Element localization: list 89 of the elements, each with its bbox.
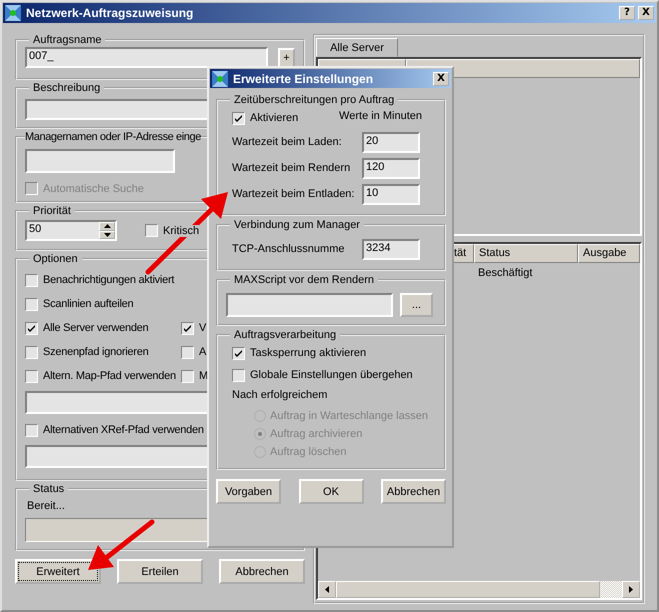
checkbox-label: A (199, 346, 206, 358)
checkbox-label: Aktivieren (250, 112, 298, 124)
checkbox-label: Alle Server verwenden (43, 322, 148, 334)
dialog-button[interactable]: Erteilen (117, 559, 203, 584)
port-field[interactable]: 3234 (362, 238, 420, 260)
spin-up-icon[interactable] (99, 222, 115, 230)
add-button[interactable]: + (278, 48, 295, 68)
checkbox-label: Kritisch (163, 224, 200, 236)
field-label: TCP-Anschlussnumme (232, 243, 344, 255)
scroll-right-icon[interactable] (622, 581, 640, 598)
dialog-button[interactable]: OK (298, 479, 364, 504)
checkbox[interactable] (181, 346, 194, 358)
group-label: MAXScript vor dem Rendern (233, 274, 375, 286)
checkbox[interactable] (25, 424, 38, 436)
dialog-button[interactable]: Erweitert (15, 559, 101, 584)
help-button[interactable]: ? (619, 6, 635, 20)
dialog-button[interactable]: Abbrechen (219, 559, 305, 584)
field-value: 20 (366, 134, 378, 146)
checkbox-label: Benachrichtigungen aktiviert (43, 274, 174, 286)
field-label: Wartezeit beim Rendern (232, 162, 350, 174)
app-icon (5, 5, 21, 21)
field-value: 3234 (366, 242, 390, 254)
dialog-button[interactable]: Vorgaben (216, 479, 281, 504)
checkbox[interactable] (25, 274, 38, 286)
column-header[interactable]: tät (452, 244, 474, 263)
window-title: Netzwerk-Auftragszuweisung (25, 6, 194, 20)
checkbox[interactable] (25, 322, 38, 334)
radio-label: Auftrag archivieren (270, 428, 362, 440)
checkbox[interactable] (25, 370, 38, 382)
timeout-field[interactable]: 20 (362, 132, 420, 152)
tab[interactable]: Alle Server (316, 38, 398, 57)
checkbox[interactable] (232, 346, 245, 360)
timeout-field[interactable]: 10 (362, 184, 420, 204)
scroll-thumb[interactable] (336, 581, 600, 598)
status-text: Bereit... (27, 500, 65, 512)
column-header[interactable]: Status (474, 244, 578, 263)
checkmark-icon (234, 348, 243, 358)
group-label: Managernamen oder IP-Adresse einge (25, 131, 201, 143)
close-button[interactable]: X (433, 72, 449, 86)
checkbox-label: V (199, 322, 206, 334)
checkbox-label: Globale Einstellungen übergehen (250, 369, 413, 381)
checkmark-icon (234, 114, 243, 122)
column-header[interactable]: Ausgabe (578, 244, 640, 263)
field-label: Wartezeit beim Entladen: (232, 188, 354, 200)
checkbox-label: Altern. Map-Pfad verwenden (43, 370, 176, 382)
group-label: Beschreibung (32, 82, 102, 94)
dialog-title: Erweiterte Einstellungen (232, 72, 374, 86)
spinner-value: 50 (28, 222, 42, 237)
checkbox[interactable] (232, 112, 245, 124)
close-button[interactable]: X (638, 6, 654, 20)
units-label: Werte in Minuten (339, 110, 422, 122)
timeout-field[interactable]: 120 (362, 158, 420, 178)
section-label: Nach erfolgreichem (231, 389, 328, 401)
checkbox-label: Automatische Suche (43, 182, 144, 194)
checkbox[interactable] (232, 368, 245, 382)
checkmark-icon (183, 324, 192, 332)
group-label: Optionen (32, 253, 79, 265)
table-cell: Beschäftigt (478, 267, 532, 279)
field-value: 007_ (29, 50, 54, 62)
group-label: Zeitüberschreitungen pro Auftrag (233, 94, 396, 106)
field-value: 10 (366, 186, 378, 198)
browse-button[interactable]: ... (400, 293, 433, 317)
group-label: Verbindung zum Manager (233, 219, 361, 231)
checkbox-label: Szenenpfad ignorieren (43, 346, 148, 358)
manager-field[interactable] (25, 149, 175, 173)
checkbox-label: Tasksperrung aktivieren (250, 347, 366, 359)
priority-spinner[interactable]: 50 (25, 220, 117, 241)
checkbox[interactable] (181, 322, 194, 334)
field-value: 120 (366, 160, 384, 172)
checkbox[interactable] (181, 370, 194, 382)
app-icon (212, 70, 228, 86)
job-name-field[interactable]: 007_ (25, 47, 268, 68)
checkbox[interactable] (25, 346, 38, 358)
scroll-left-icon[interactable] (318, 581, 336, 598)
checkbox-label: Scanlinien aufteilen (43, 298, 134, 310)
radio-label: Auftrag in Warteschlange lassen (270, 410, 428, 422)
group-label: Auftragsverarbeitung (233, 329, 338, 341)
radio-label: Auftrag löschen (270, 446, 346, 458)
checkbox[interactable] (145, 224, 158, 237)
group-label: Priorität (32, 205, 72, 217)
group-label: Auftragsname (32, 34, 102, 46)
checkbox-label: Alternativen XRef-Pfad verwenden (43, 424, 204, 436)
script-field[interactable] (226, 293, 393, 317)
checkmark-icon (27, 324, 36, 332)
field-label: Wartezeit beim Laden: (232, 136, 342, 148)
checkbox[interactable] (25, 298, 38, 310)
group-label: Status (32, 483, 66, 495)
dialog-button[interactable]: Abbrechen (381, 479, 446, 504)
horizontal-scrollbar[interactable] (318, 581, 640, 598)
